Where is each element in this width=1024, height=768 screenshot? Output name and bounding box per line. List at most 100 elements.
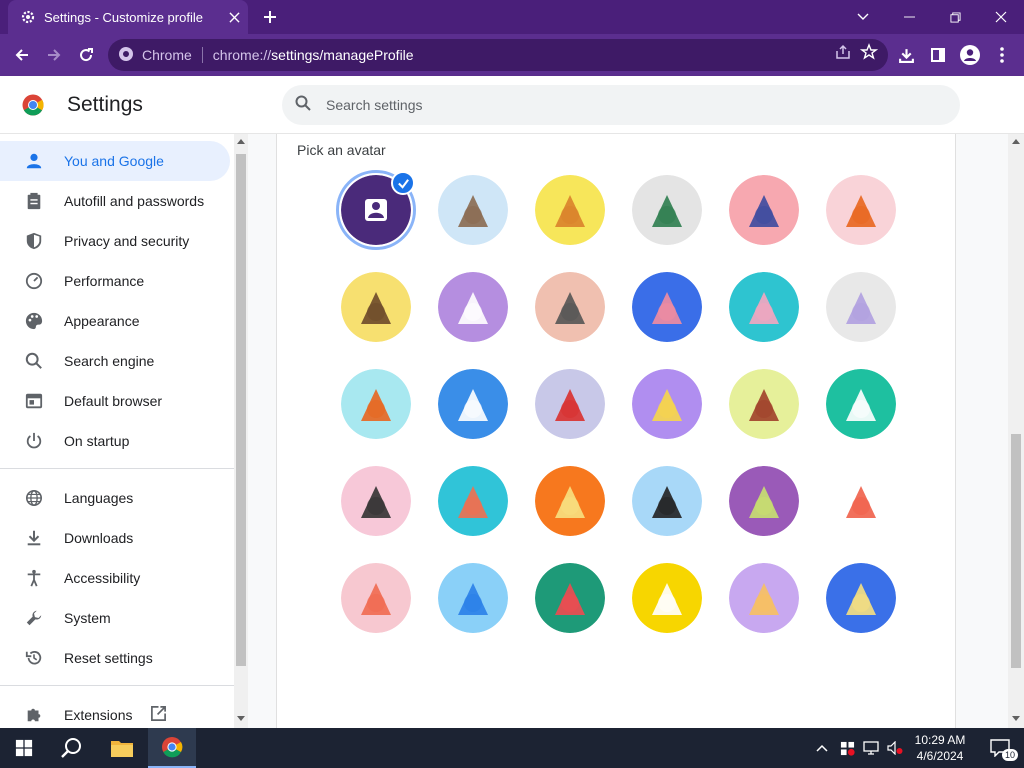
avatar-cheese[interactable]	[632, 369, 702, 439]
avatar-sandwich[interactable]	[826, 563, 896, 633]
search-input[interactable]	[326, 97, 926, 113]
download-icon[interactable]	[892, 41, 920, 69]
sidebar-item-performance[interactable]: Performance	[0, 261, 230, 301]
share-icon[interactable]	[834, 43, 852, 64]
avatar-basketball[interactable]	[341, 369, 411, 439]
avatar-sunglasses[interactable]	[341, 466, 411, 536]
sidebar-item-you-and-google[interactable]: You and Google	[0, 141, 230, 181]
scroll-up-arrow-icon[interactable]	[1012, 139, 1020, 144]
clipboard-icon	[24, 191, 44, 211]
avatar-panda[interactable]	[438, 272, 508, 342]
avatar-watermelon[interactable]	[535, 563, 605, 633]
download-icon	[24, 528, 44, 548]
restore-button[interactable]	[932, 0, 978, 34]
close-icon[interactable]	[220, 3, 248, 31]
volume-muted-icon[interactable]	[884, 728, 906, 768]
tab-search-button[interactable]	[840, 0, 886, 34]
open-in-new-icon	[150, 705, 167, 725]
avatar-elephant[interactable]	[729, 175, 799, 245]
menu-icon[interactable]	[988, 41, 1016, 69]
star-icon[interactable]	[859, 43, 879, 64]
avatar-butterfly[interactable]	[632, 272, 702, 342]
address-bar[interactable]: Chrome chrome://settings/manageProfile	[108, 39, 888, 71]
new-tab-button[interactable]	[256, 4, 284, 30]
notification-icon[interactable]: 10	[976, 728, 1024, 768]
clock-date: 4/6/2024	[916, 749, 964, 763]
pick-avatar-label: Pick an avatar	[297, 142, 386, 158]
avatar-ice-cream[interactable]	[341, 563, 411, 633]
sidebar-item-autofill[interactable]: Autofill and passwords	[0, 181, 230, 221]
sidebar-item-label: You and Google	[64, 153, 164, 169]
avatar-pizza[interactable]	[729, 563, 799, 633]
avatar-fox[interactable]	[826, 175, 896, 245]
sidebar-item-privacy[interactable]: Privacy and security	[0, 221, 230, 261]
sidebar-item-search-engine[interactable]: Search engine	[0, 341, 230, 381]
avatar-penguin[interactable]	[535, 272, 605, 342]
main-scrollbar-thumb[interactable]	[1011, 434, 1021, 668]
avatar-rabbit[interactable]	[729, 272, 799, 342]
scroll-down-arrow-icon[interactable]	[1012, 716, 1020, 721]
avatar-avocado[interactable]	[729, 466, 799, 536]
sidebar-item-downloads[interactable]: Downloads	[0, 518, 230, 558]
sidebar-item-default-browser[interactable]: Default browser	[0, 381, 230, 421]
back-icon[interactable]	[8, 41, 36, 69]
avatar-origami-blue[interactable]	[438, 563, 508, 633]
sidebar-item-accessibility[interactable]: Accessibility	[0, 558, 230, 598]
main-scrollbar[interactable]	[1008, 134, 1024, 728]
browser-toolbar: Chrome chrome://settings/manageProfile	[0, 34, 1024, 76]
url-scheme: chrome://	[212, 47, 272, 63]
chrome-icon[interactable]	[148, 728, 196, 768]
windows-start-icon[interactable]	[0, 728, 48, 768]
avatar-corgi[interactable]	[535, 175, 605, 245]
avatar-football[interactable]	[729, 369, 799, 439]
avatar-vinyl[interactable]	[632, 466, 702, 536]
sidebar-item-reset-settings[interactable]: Reset settings	[0, 638, 230, 678]
security-icon[interactable]	[836, 728, 858, 768]
close-window-button[interactable]	[978, 0, 1024, 34]
sidebar-scrollbar-thumb[interactable]	[236, 154, 246, 666]
scroll-down-arrow-icon[interactable]	[237, 716, 245, 721]
avatar-unicorn[interactable]	[826, 272, 896, 342]
chevron-up-icon[interactable]	[810, 728, 834, 768]
sidebar-item-label: Extensions	[64, 707, 133, 723]
title-bar: Settings - Customize profile	[0, 0, 1024, 34]
reload-icon[interactable]	[72, 41, 100, 69]
system-clock[interactable]: 10:29 AM 4/6/2024	[912, 732, 968, 764]
sidebar-item-on-startup[interactable]: On startup	[0, 421, 230, 461]
search-icon[interactable]	[48, 728, 96, 768]
minimize-button[interactable]	[886, 0, 932, 34]
windows-taskbar: 10:29 AM 4/6/2024 10	[0, 728, 1024, 768]
avatar-bike[interactable]	[438, 369, 508, 439]
side-panel-icon[interactable]	[924, 41, 952, 69]
sidebar-item-label: Accessibility	[64, 570, 141, 586]
sidebar-item-label: Privacy and security	[64, 233, 190, 249]
sidebar-item-system[interactable]: System	[0, 598, 230, 638]
sidebar-scrollbar[interactable]	[234, 134, 248, 728]
network-icon[interactable]	[860, 728, 882, 768]
avatar-sushi[interactable]	[438, 466, 508, 536]
scroll-up-arrow-icon[interactable]	[237, 139, 245, 144]
file-explorer-icon[interactable]	[98, 728, 146, 768]
sidebar-item-languages[interactable]: Languages	[0, 478, 230, 518]
sidebar-item-appearance[interactable]: Appearance	[0, 301, 230, 341]
avatar-ramen[interactable]	[826, 369, 896, 439]
sidebar-item-extensions[interactable]: Extensions	[0, 695, 230, 728]
avatar-bird[interactable]	[535, 369, 605, 439]
chrome-site-icon	[118, 46, 134, 65]
avatar-dragon[interactable]	[632, 175, 702, 245]
avatar-monkey[interactable]	[341, 272, 411, 342]
avatar-cat[interactable]	[438, 175, 508, 245]
forward-icon[interactable]	[40, 41, 68, 69]
tab-title: Settings - Customize profile	[44, 9, 203, 25]
avatar-onigiri[interactable]	[632, 563, 702, 633]
profile-icon[interactable]	[956, 41, 984, 69]
search-icon	[294, 94, 312, 117]
globe-icon	[24, 488, 44, 508]
sidebar-divider	[0, 685, 234, 686]
avatar-smile[interactable]	[826, 466, 896, 536]
active-tab[interactable]: Settings - Customize profile	[8, 0, 248, 34]
search-box[interactable]	[282, 85, 960, 125]
person-icon	[24, 151, 44, 171]
sidebar-divider	[0, 468, 234, 469]
avatar-tamagotchi[interactable]	[535, 466, 605, 536]
